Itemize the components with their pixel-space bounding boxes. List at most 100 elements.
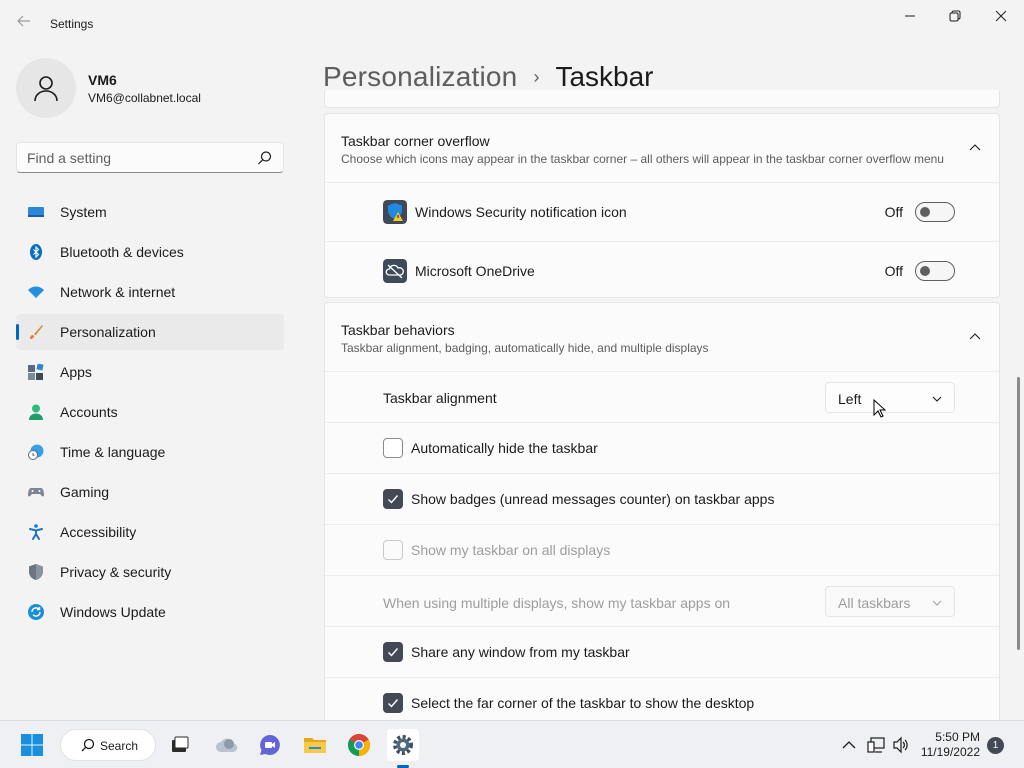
- accessibility-icon: [29, 524, 43, 540]
- share-window-label: Share any window from my taskbar: [411, 644, 630, 660]
- network-icon[interactable]: [867, 736, 885, 754]
- user-profile[interactable]: VM6 VM6@collabnet.local: [16, 58, 284, 118]
- folder-icon: [304, 738, 326, 753]
- close-icon: [995, 10, 1007, 22]
- back-button[interactable]: [12, 10, 36, 38]
- multi-display-dropdown[interactable]: All taskbars: [825, 586, 955, 617]
- search-icon[interactable]: [257, 150, 273, 166]
- person-icon: [34, 76, 58, 102]
- search-box[interactable]: [16, 142, 284, 173]
- user-email: VM6@collabnet.local: [88, 91, 201, 105]
- avatar: [16, 58, 76, 118]
- dropdown-value: All taskbars: [838, 595, 911, 611]
- overflow-header[interactable]: Taskbar corner overflow Choose which ico…: [325, 114, 999, 182]
- sidebar-item-accessibility[interactable]: Accessibility: [16, 514, 284, 550]
- sidebar-item-network[interactable]: Network & internet: [16, 274, 284, 310]
- restore-button[interactable]: [932, 0, 978, 32]
- sidebar-nav: System Bluetooth & devices Network & int…: [16, 194, 284, 634]
- far-corner-checkbox[interactable]: [383, 693, 403, 713]
- behaviors-title: Taskbar behaviors: [341, 322, 455, 338]
- sidebar-item-gaming[interactable]: Gaming: [16, 474, 284, 510]
- all-displays-checkbox[interactable]: [383, 540, 403, 560]
- teams-chat-button[interactable]: [254, 729, 286, 761]
- checkmark-icon: [388, 648, 399, 657]
- checkmark-icon: [388, 495, 399, 504]
- sidebar-item-time-language[interactable]: Time & language: [16, 434, 284, 470]
- sidebar-item-label: Network & internet: [60, 284, 176, 300]
- windows-security-icon: [383, 200, 407, 224]
- app-title: Settings: [50, 17, 94, 31]
- dropdown-value: Left: [838, 391, 862, 407]
- clock-time: 5:50 PM: [935, 730, 980, 744]
- sidebar-item-label: Windows Update: [60, 604, 166, 620]
- taskbar-search-label: Search: [100, 739, 139, 753]
- toggle-state: Off: [884, 263, 903, 279]
- list-item: Windows Security notification icon Off: [325, 182, 999, 241]
- task-view-button[interactable]: [164, 729, 196, 761]
- overflow-subtitle: Choose which icons may appear in the tas…: [341, 152, 944, 166]
- badges-label: Show badges (unread messages counter) on…: [411, 491, 775, 507]
- bluetooth-icon: [30, 244, 42, 260]
- minimize-button[interactable]: [887, 0, 933, 32]
- show-hidden-icons-chevron-icon[interactable]: [842, 738, 856, 752]
- accounts-icon: [29, 404, 43, 420]
- notification-badge[interactable]: 1: [987, 737, 1004, 754]
- user-name: VM6: [88, 72, 117, 88]
- apps-icon: [28, 364, 44, 380]
- all-displays-label: Show my taskbar on all displays: [411, 542, 611, 558]
- clock-globe-icon: [28, 444, 44, 460]
- onedrive-icon: [383, 259, 407, 283]
- behaviors-subtitle: Taskbar alignment, badging, automaticall…: [341, 341, 709, 355]
- mouse-cursor-icon: [873, 399, 887, 418]
- sidebar-item-label: Apps: [60, 364, 92, 380]
- sidebar-item-bluetooth[interactable]: Bluetooth & devices: [16, 234, 284, 270]
- gear-icon: [393, 735, 413, 755]
- chevron-up-icon[interactable]: [969, 142, 981, 154]
- taskbar-corner-overflow-card: Taskbar corner overflow Choose which ico…: [324, 113, 1000, 298]
- cloud-widgets-icon: [216, 738, 238, 752]
- chat-icon: [260, 735, 280, 755]
- share-window-checkbox[interactable]: [383, 642, 403, 662]
- behaviors-header[interactable]: Taskbar behaviors Taskbar alignment, bad…: [325, 303, 999, 371]
- sidebar-item-label: Gaming: [60, 484, 110, 500]
- sidebar-item-label: Privacy & security: [60, 564, 172, 580]
- sidebar-item-label: Accessibility: [60, 524, 137, 540]
- sidebar-item-privacy[interactable]: Privacy & security: [16, 554, 284, 590]
- breadcrumb-parent[interactable]: Personalization: [323, 61, 517, 93]
- scrollbar-thumb[interactable]: [1017, 377, 1020, 650]
- shield-icon: [29, 564, 43, 580]
- back-arrow-icon: [17, 15, 30, 27]
- onedrive-toggle[interactable]: [915, 261, 955, 281]
- search-input[interactable]: [17, 143, 247, 172]
- wifi-icon: [28, 286, 44, 298]
- item-label: Windows Security notification icon: [415, 204, 627, 220]
- auto-hide-label: Automatically hide the taskbar: [411, 440, 598, 456]
- chrome-button[interactable]: [343, 729, 375, 761]
- volume-icon[interactable]: [892, 736, 910, 754]
- item-label: Microsoft OneDrive: [415, 263, 535, 279]
- taskbar-search-button[interactable]: Search: [60, 729, 156, 761]
- sidebar-item-personalization[interactable]: Personalization: [16, 314, 284, 350]
- badges-checkbox[interactable]: [383, 489, 403, 509]
- sidebar-item-system[interactable]: System: [16, 194, 284, 230]
- sidebar-item-apps[interactable]: Apps: [16, 354, 284, 390]
- windows-logo-icon: [21, 734, 43, 756]
- system-clock[interactable]: 5:50 PM 11/19/2022: [920, 730, 980, 760]
- chevron-up-icon[interactable]: [969, 331, 981, 343]
- list-item: Microsoft OneDrive Off: [325, 241, 999, 299]
- taskbar: Search 5:50 PM 11/19/2022 1: [0, 720, 1024, 768]
- toggle-state: Off: [884, 204, 903, 220]
- sidebar-item-label: Bluetooth & devices: [60, 244, 184, 260]
- start-button[interactable]: [16, 729, 48, 761]
- sidebar-item-windows-update[interactable]: Windows Update: [16, 594, 284, 630]
- close-button[interactable]: [978, 0, 1024, 32]
- sidebar-item-accounts[interactable]: Accounts: [16, 394, 284, 430]
- taskbar-alignment-dropdown[interactable]: Left: [825, 382, 955, 413]
- file-explorer-button[interactable]: [299, 729, 331, 761]
- auto-hide-checkbox[interactable]: [383, 438, 403, 458]
- sidebar-item-label: Time & language: [60, 444, 166, 460]
- windows-security-toggle[interactable]: [915, 202, 955, 222]
- widgets-button[interactable]: [211, 729, 243, 761]
- settings-app-button[interactable]: [387, 729, 419, 761]
- chrome-icon: [348, 734, 370, 756]
